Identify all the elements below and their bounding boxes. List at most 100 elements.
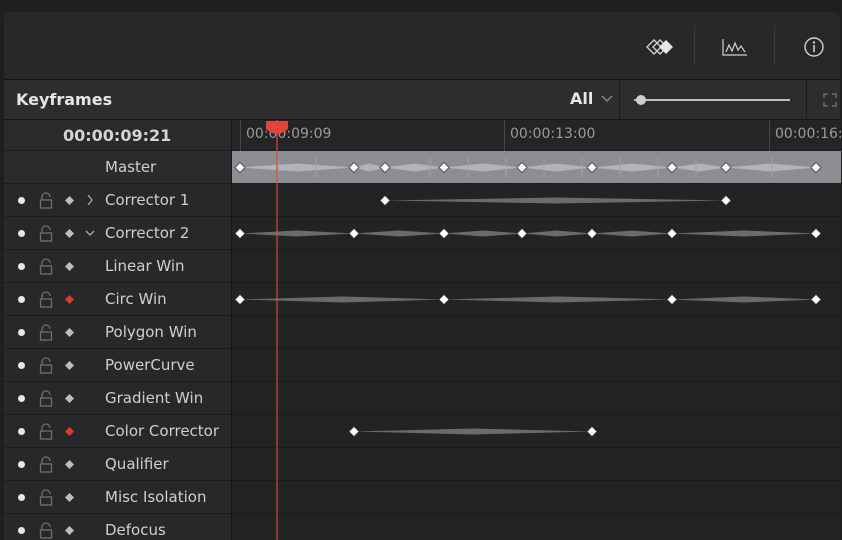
track-row-powercurve[interactable]: PowerCurve (4, 349, 231, 382)
keyframe-icon[interactable] (64, 393, 75, 404)
lock-icon[interactable] (38, 489, 54, 507)
lock-icon[interactable] (38, 192, 54, 210)
chevron-down-icon[interactable] (84, 225, 96, 241)
info-button[interactable] (799, 32, 829, 62)
keyframe-marker[interactable] (586, 425, 598, 438)
keyframe-marker[interactable] (666, 293, 678, 306)
keyframe-icon[interactable] (64, 228, 75, 239)
interpolation-ramp (672, 163, 726, 172)
keyframe-marker[interactable] (516, 227, 528, 240)
keyframe-icon[interactable] (64, 492, 75, 503)
keyframe-marker[interactable] (720, 161, 732, 174)
keyframe-icon[interactable] (64, 261, 75, 272)
track-label: Color Corrector (105, 422, 220, 440)
track-row-color-corrector[interactable]: Color Corrector (4, 415, 231, 448)
track-label: PowerCurve (105, 356, 195, 374)
lock-icon[interactable] (38, 522, 54, 540)
info-icon (804, 37, 824, 57)
interpolation-ramp (444, 296, 672, 303)
track-label: Defocus (105, 521, 166, 539)
keyframe-marker[interactable] (666, 161, 678, 174)
keyframe-marker[interactable] (720, 194, 732, 207)
lock-icon[interactable] (38, 390, 54, 408)
track-row-corrector-1[interactable]: Corrector 1 (4, 184, 231, 217)
interpolation-ramp (385, 163, 444, 172)
track-enable-dot[interactable] (18, 263, 25, 270)
interpolation-ramp (592, 163, 672, 172)
keyframe-marker[interactable] (234, 293, 246, 306)
keyframe-icon[interactable] (64, 360, 75, 371)
zoom-slider[interactable] (634, 94, 794, 106)
track-row-corrector-2[interactable]: Corrector 2 (4, 217, 231, 250)
track-row-gradient-win[interactable]: Gradient Win (4, 382, 231, 415)
lock-icon[interactable] (38, 258, 54, 276)
keyframe-marker[interactable] (234, 161, 246, 174)
track-enable-dot[interactable] (18, 329, 25, 336)
keyframe-marker[interactable] (810, 293, 822, 306)
keyframe-marker[interactable] (810, 227, 822, 240)
keyframe-marker[interactable] (379, 161, 391, 174)
keyframe-marker[interactable] (379, 194, 391, 207)
keyframe-marker[interactable] (586, 161, 598, 174)
keyframe-icon[interactable] (64, 459, 75, 470)
curves-button[interactable] (720, 32, 750, 62)
keyframe-marker[interactable] (348, 227, 360, 240)
keyframe-marker[interactable] (348, 425, 360, 438)
keyframe-icon[interactable] (64, 525, 75, 536)
lock-icon[interactable] (38, 423, 54, 441)
keyframe-marker[interactable] (348, 161, 360, 174)
track-enable-dot[interactable] (18, 362, 25, 369)
zoom-slider-knob[interactable] (636, 95, 646, 105)
track-row-qualifier[interactable]: Qualifier (4, 448, 231, 481)
track-enable-dot[interactable] (18, 296, 25, 303)
lock-icon[interactable] (38, 324, 54, 342)
viewer-toolbar (4, 12, 840, 80)
track-enable-dot[interactable] (18, 197, 25, 204)
track-row-master[interactable]: Master (4, 151, 231, 184)
keyframe-icon[interactable] (64, 327, 75, 338)
keyframe-marker[interactable] (810, 161, 822, 174)
interpolation-ramp (354, 428, 592, 435)
track-label: Linear Win (105, 257, 185, 275)
track-label: Polygon Win (105, 323, 197, 341)
track-enable-dot[interactable] (18, 461, 25, 468)
interpolation-ramp (672, 296, 816, 303)
interpolation-ramp (240, 296, 444, 303)
track-enable-dot[interactable] (18, 527, 25, 534)
track-enable-dot[interactable] (18, 230, 25, 237)
track-row-circ-win[interactable]: Circ Win (4, 283, 231, 316)
keyframe-icon[interactable] (64, 294, 75, 305)
keyframe-marker[interactable] (234, 227, 246, 240)
track-label: Master (105, 158, 157, 176)
track-row-linear-win[interactable]: Linear Win (4, 250, 231, 283)
track-enable-dot[interactable] (18, 494, 25, 501)
chevron-right-icon[interactable] (84, 192, 96, 208)
lock-icon[interactable] (38, 291, 54, 309)
keyframe-marker[interactable] (666, 227, 678, 240)
lock-icon[interactable] (38, 225, 54, 243)
track-row-misc-isolation[interactable]: Misc Isolation (4, 481, 231, 514)
keyframe-icon[interactable] (64, 426, 75, 437)
playhead-handle[interactable] (266, 121, 288, 134)
keyframe-marker[interactable] (438, 293, 450, 306)
track-enable-dot[interactable] (18, 428, 25, 435)
keyframe-marker[interactable] (516, 161, 528, 174)
curve-graph-icon (722, 39, 747, 56)
keyframe-marker[interactable] (438, 227, 450, 240)
track-enable-dot[interactable] (18, 395, 25, 402)
keyframe-icon[interactable] (64, 195, 75, 206)
expand-icon[interactable] (822, 92, 838, 108)
keyframe-marker[interactable] (438, 161, 450, 174)
header-divider (619, 80, 620, 120)
keyframe-marker[interactable] (586, 227, 598, 240)
keyframes-mode-button[interactable] (645, 32, 675, 62)
interpolation-ramp (592, 230, 672, 237)
filter-dropdown[interactable]: All (570, 89, 613, 108)
lock-icon[interactable] (38, 456, 54, 474)
lock-icon[interactable] (38, 357, 54, 375)
track-row-defocus[interactable]: Defocus (4, 514, 231, 540)
interpolation-ramp (240, 230, 354, 237)
track-row-polygon-win[interactable]: Polygon Win (4, 316, 231, 349)
keyframe-timeline[interactable]: 00:00:09:09 00:00:13:00 00:00:16: (231, 120, 842, 540)
track-label: Misc Isolation (105, 488, 207, 506)
